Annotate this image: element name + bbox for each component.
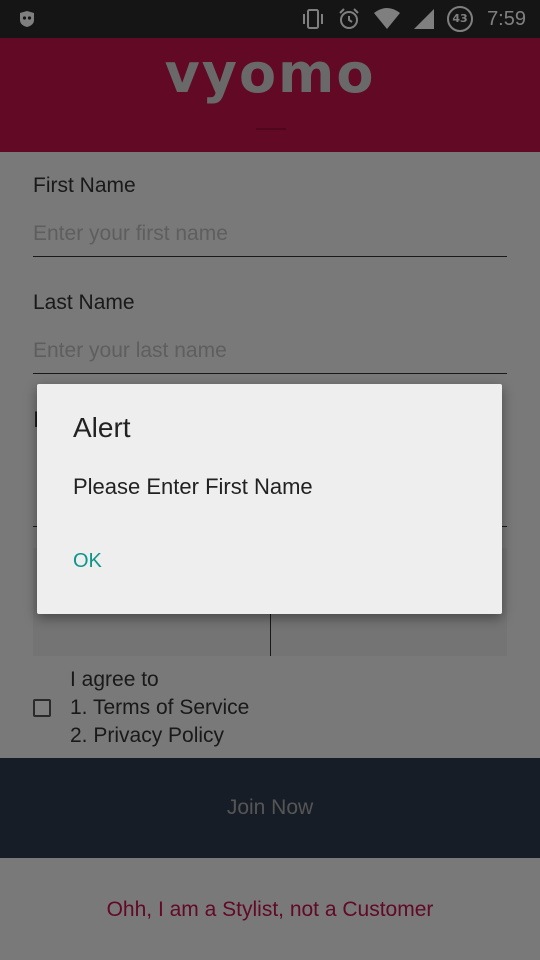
dialog-title: Alert: [73, 412, 131, 443]
dialog-message: Please Enter First Name: [73, 474, 313, 499]
dialog-ok-button[interactable]: OK: [57, 546, 110, 577]
alert-dialog: Alert Please Enter First Name OK: [37, 384, 502, 614]
